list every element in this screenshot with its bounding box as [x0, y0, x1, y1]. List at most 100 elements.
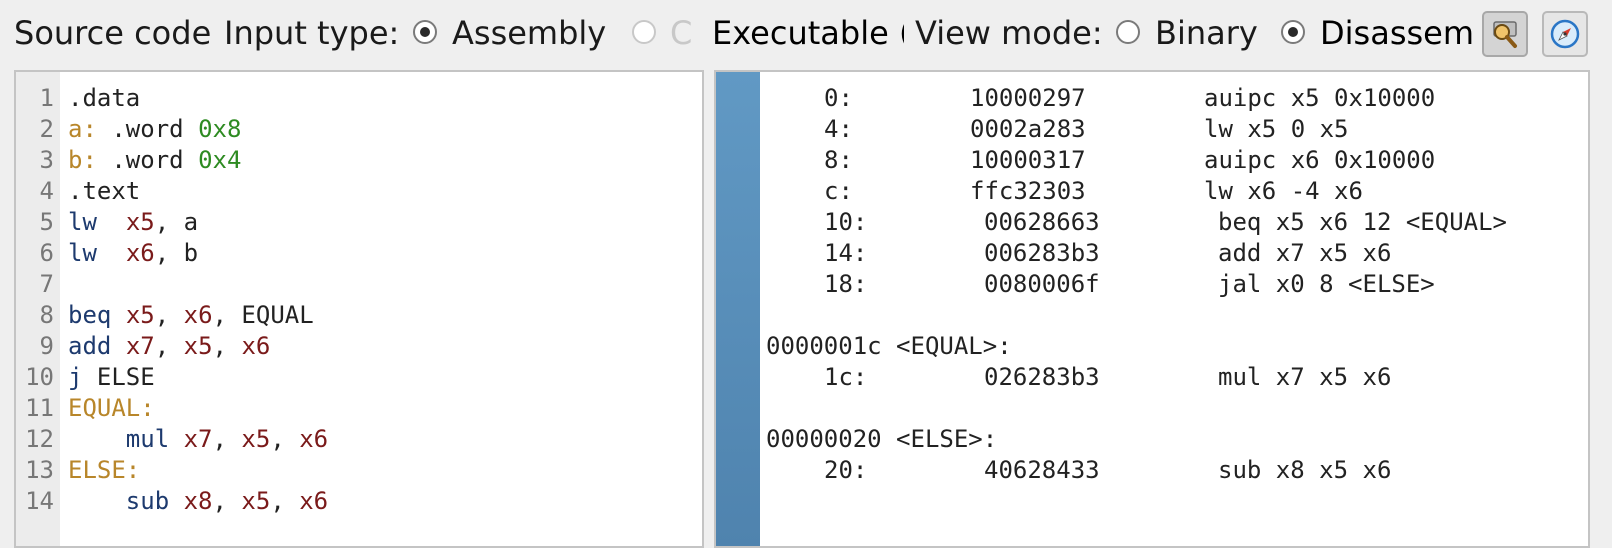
debug-icon: [1493, 21, 1517, 48]
instr-asm: auipc x6 0x10000: [1204, 146, 1436, 174]
code-token: .word: [96, 115, 199, 143]
code-text: lw x6, b: [68, 237, 198, 269]
instr-asm: beq x5 x6 12 <EQUAL>: [1218, 208, 1507, 236]
disassembly-radio-text: Disassembly: [1320, 14, 1472, 52]
code-token: x5: [241, 425, 271, 453]
executable-radio-label[interactable]: Executable (: [712, 12, 904, 56]
code-token: lw: [68, 239, 97, 267]
code-text: b: .word 0x4: [68, 144, 241, 176]
code-token: x5: [125, 301, 155, 329]
assembly-radio-label[interactable]: Assembly: [452, 12, 606, 54]
code-text: EQUAL:: [68, 392, 155, 424]
line-number: 7: [39, 270, 54, 298]
code-token: ,: [154, 301, 184, 329]
line-number: 9: [39, 332, 54, 360]
code-token: 0x8: [198, 115, 242, 143]
binary-radio-label[interactable]: Binary: [1155, 12, 1258, 54]
instr-hex: 10000317: [970, 146, 1086, 174]
binary-radio[interactable]: [1116, 20, 1140, 44]
instr-hex: 00628663: [984, 208, 1100, 236]
input-type-label: Input type:: [224, 14, 400, 52]
code-token: EQUAL:: [68, 394, 155, 422]
compass-button[interactable]: [1542, 11, 1588, 57]
instr-asm: mul x7 x5 x6: [1218, 363, 1392, 391]
code-text: .data: [68, 82, 140, 114]
code-token: lw: [68, 208, 97, 236]
debug-button[interactable]: [1482, 11, 1528, 57]
instr-hex: ffc32303: [970, 177, 1086, 205]
compass-icon: [1550, 19, 1580, 49]
instr-asm: add x7 x5 x6: [1218, 239, 1392, 267]
disassembly-radio[interactable]: [1281, 20, 1305, 44]
executable-radio-text: Executable (: [712, 14, 904, 52]
code-token: .text: [68, 177, 141, 205]
code-token: j: [68, 363, 83, 391]
code-token: 0x4: [198, 146, 242, 174]
instr-address: 18:: [824, 270, 868, 298]
line-number: 4: [39, 177, 54, 205]
code-text: mul x7, x5, x6: [68, 423, 328, 455]
code-token: x6: [299, 487, 329, 515]
code-text: beq x5, x6, EQUAL: [68, 299, 314, 331]
code-token: ,: [270, 487, 300, 515]
code-token: , EQUAL: [212, 301, 314, 329]
disassembly-output[interactable]: 0: 10000297 auipc x5 0x10000 4: 0002a283 lw x…: [714, 70, 1590, 548]
line-number: 6: [39, 239, 54, 267]
code-token: x7: [125, 332, 155, 360]
code-text: lw x5, a: [68, 206, 198, 238]
code-token: ,: [212, 425, 242, 453]
code-token: x6: [183, 301, 213, 329]
code-token: ,: [212, 487, 242, 515]
code-token: b:: [68, 146, 97, 174]
code-token: x6: [299, 425, 329, 453]
code-token: .data: [68, 84, 141, 112]
line-number: 13: [25, 456, 54, 484]
line-number: 11: [25, 394, 54, 422]
disassembly-radio-label[interactable]: Disassembly: [1320, 12, 1472, 56]
code-token: , a: [154, 208, 199, 236]
source-editor[interactable]: 1 .data 2 a: .word 0x8 3 b: .word 0x4 4 .text 5 l…: [14, 70, 704, 548]
code-text: sub x8, x5, x6: [68, 485, 328, 517]
code-token: ELSE:: [68, 456, 141, 484]
line-number: 8: [39, 301, 54, 329]
toolbar: Source code Input type: Assembly C Execu…: [0, 0, 1612, 70]
line-number: 3: [39, 146, 54, 174]
view-mode-label: View mode:: [915, 14, 1103, 52]
code-token: x5: [183, 332, 213, 360]
c-radio-label[interactable]: C: [670, 12, 692, 54]
code-token: x7: [183, 425, 213, 453]
instr-address: c:: [824, 177, 853, 205]
code-token: ,: [154, 332, 184, 360]
code-token: x5: [241, 487, 271, 515]
code-token: , b: [154, 239, 199, 267]
instr-address: 4:: [824, 115, 853, 143]
instr-address: 14:: [824, 239, 868, 267]
instr-asm: lw x6 -4 x6: [1204, 177, 1363, 205]
code-token: sub: [125, 487, 170, 515]
instr-address: 0:: [824, 84, 853, 112]
source-code-label: Source code: [14, 14, 212, 52]
line-number: 2: [39, 115, 54, 143]
code-token: x6: [241, 332, 271, 360]
instr-hex: 006283b3: [984, 239, 1100, 267]
instr-asm: sub x8 x5 x6: [1218, 456, 1392, 484]
code-token: a:: [68, 115, 97, 143]
instr-address: 10:: [824, 208, 868, 236]
code-token: ELSE: [82, 363, 155, 391]
instr-hex: 026283b3: [984, 363, 1100, 391]
assembly-radio[interactable]: [413, 20, 437, 44]
code-text: ELSE:: [68, 454, 140, 486]
line-number: 14: [25, 487, 54, 515]
c-radio[interactable]: [632, 20, 656, 44]
line-number: 12: [25, 425, 54, 453]
instr-asm: jal x0 8 <ELSE>: [1218, 270, 1435, 298]
code-token: .word: [96, 146, 199, 174]
line-number: 1: [39, 84, 54, 112]
